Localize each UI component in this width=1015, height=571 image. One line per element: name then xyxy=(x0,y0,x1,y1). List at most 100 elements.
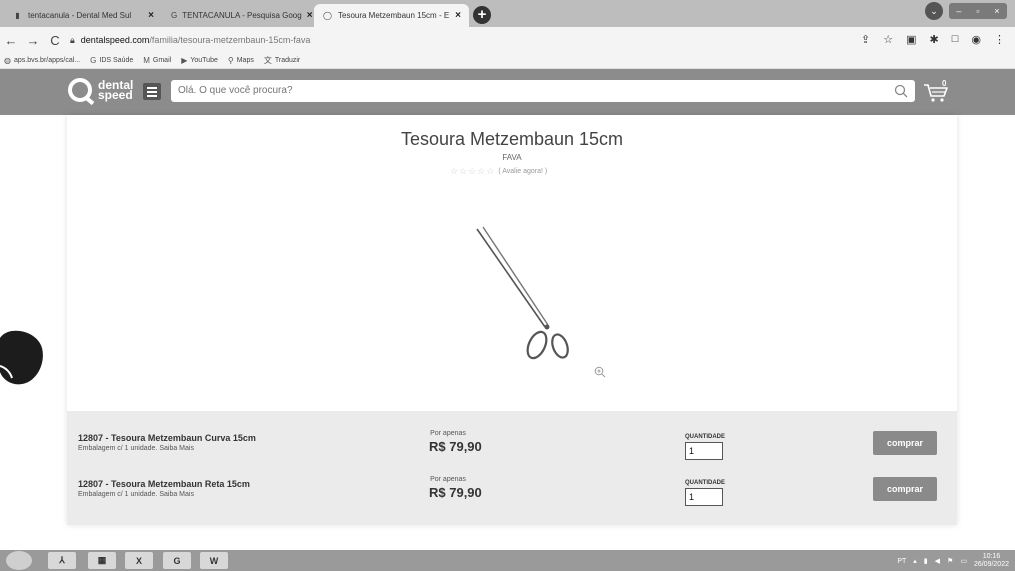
variant-pack-info[interactable]: Embalagem c/ 1 unidade. Saiba Mais xyxy=(78,491,194,498)
bookmark-label: Gmail xyxy=(152,57,172,64)
variant-pack-info[interactable]: Embalagem c/ 1 unidade. Saiba Mais xyxy=(78,445,194,452)
chevron-down-icon[interactable]: ⌄ xyxy=(925,2,943,20)
variant-price: R$ 79,90 xyxy=(429,439,482,454)
quantity-label: QUANTIDADE xyxy=(685,480,725,486)
hamburger-menu-button[interactable] xyxy=(143,83,161,100)
bookmark-item[interactable]: ▶ YouTube xyxy=(181,56,218,65)
close-icon[interactable]: × xyxy=(148,10,154,21)
profile-avatar-icon[interactable]: ◉ xyxy=(971,33,981,46)
dark-blob-artifact xyxy=(0,330,43,385)
forward-arrow-icon[interactable]: → xyxy=(22,33,44,48)
search-input[interactable] xyxy=(171,80,915,102)
tab-tesoura-metzembaun[interactable]: ◯ Tesoura Metzembaun 15cm - E × xyxy=(314,4,469,27)
google-icon: G xyxy=(171,11,178,20)
window-buttons: – ▫ × xyxy=(949,3,1007,19)
tab-title: tentacanula - Dental Med Sul xyxy=(28,11,132,20)
system-tray: PT ▴ ▮ ◀ ⚑ ▭ 10:16 26/09/2022 xyxy=(897,553,1009,569)
extensions-puzzle-icon[interactable]: ✱ xyxy=(930,33,939,46)
window-controls: ⌄ – ▫ × xyxy=(925,2,1007,20)
network-icon[interactable]: ▮ xyxy=(924,557,928,565)
start-button[interactable] xyxy=(6,551,32,570)
quantity-input[interactable] xyxy=(685,488,723,506)
translate-icon: 文 xyxy=(263,56,272,65)
close-window-icon[interactable]: × xyxy=(994,6,999,16)
language-indicator[interactable]: PT xyxy=(897,558,906,565)
star-rating[interactable]: ☆☆☆☆☆ xyxy=(450,166,495,177)
bookmark-item[interactable]: 文 Traduzir xyxy=(264,55,300,66)
logo-line2: speed xyxy=(98,88,133,102)
tray-arrow-icon[interactable]: ▴ xyxy=(913,557,917,565)
rate-now-link[interactable]: ( Avalie agora! ) xyxy=(498,168,547,175)
url-field[interactable]: 🔒︎ dentalspeed.com /familia/tesoura-metz… xyxy=(70,31,910,49)
tab-google-search[interactable]: G TENTACANULA - Pesquisa Goog × xyxy=(163,4,313,27)
bookmark-item[interactable]: M Gmail xyxy=(143,56,171,65)
tab-site-icon: ▮ xyxy=(15,11,20,20)
buy-button[interactable]: comprar xyxy=(873,431,937,455)
display-icon[interactable]: ▭ xyxy=(960,557,967,565)
back-arrow-icon[interactable]: ← xyxy=(0,33,22,48)
bookmark-item[interactable]: ◍ aps.bvs.br/apps/cal... xyxy=(4,56,80,65)
windows-taskbar: ⅄ ▦ X G W PT ▴ ▮ ◀ ⚑ ▭ 10:16 26/09/2022 xyxy=(0,550,1015,571)
bookmark-label: aps.bvs.br/apps/cal... xyxy=(13,57,81,64)
scissors-product-image[interactable] xyxy=(467,223,577,368)
url-domain: dentalspeed.com xyxy=(80,35,150,45)
toolbar-icons: ⇪ ☆ ▣ ✱ □ ◉ ⋮ xyxy=(861,33,1005,46)
close-icon[interactable]: × xyxy=(455,10,461,21)
variant-name: 12807 - Tesoura Metzembaun Curva 15cm xyxy=(78,433,256,443)
share-icon[interactable]: ⇪ xyxy=(861,33,870,46)
word-taskbar-icon[interactable]: W xyxy=(200,552,228,569)
menu-kebab-icon[interactable]: ⋮ xyxy=(994,33,1005,46)
bookmark-label: IDS Saúde xyxy=(99,57,134,64)
dental-speed-logo[interactable]: dental speed xyxy=(68,78,133,102)
cart-count-badge: 0 xyxy=(942,79,947,88)
tab-dental-med-sul[interactable]: ▮ tentacanula - Dental Med Sul × xyxy=(4,4,162,27)
quantity-input[interactable] xyxy=(685,442,723,460)
quantity-label: QUANTIDADE xyxy=(685,434,725,440)
new-tab-button[interactable]: + xyxy=(473,6,491,24)
bookmark-label: Traduzir xyxy=(274,57,301,64)
volume-icon[interactable]: ◀ xyxy=(935,557,940,565)
product-brand: FAVA xyxy=(502,153,522,162)
sidebar-icon[interactable]: □ xyxy=(952,33,959,46)
reload-icon[interactable]: C xyxy=(44,33,66,48)
search-icon[interactable] xyxy=(894,84,908,98)
close-icon[interactable]: × xyxy=(307,10,313,21)
pdf-extension-icon[interactable]: ▣ xyxy=(906,33,916,46)
bookmark-label: YouTube xyxy=(190,57,218,64)
buy-button[interactable]: comprar xyxy=(873,477,937,501)
site-header: dental speed 0 xyxy=(0,69,1015,115)
youtube-icon: ▶ xyxy=(181,56,188,65)
acrobat-taskbar-icon[interactable]: ⅄ xyxy=(48,552,76,569)
clock[interactable]: 10:16 26/09/2022 xyxy=(974,553,1009,569)
address-bar: ← → C 🔒︎ dentalspeed.com /familia/tesour… xyxy=(0,27,1015,53)
tab-title: TENTACANULA - Pesquisa Goog xyxy=(182,11,302,20)
browser-tab-strip: ▮ tentacanula - Dental Med Sul × G TENTA… xyxy=(0,0,1015,27)
variant-list: 12807 - Tesoura Metzembaun Curva 15cm Em… xyxy=(67,411,957,525)
globe-icon: ◍ xyxy=(4,56,11,65)
google-icon: G xyxy=(90,56,97,65)
bookmark-item[interactable]: ⚲ Maps xyxy=(228,56,254,65)
product-title: Tesoura Metzembaun 15cm xyxy=(400,129,624,149)
url-path: /familia/tesoura-metzembaun-15cm-fava xyxy=(149,35,311,45)
bookmark-item[interactable]: G IDS Saúde xyxy=(90,56,133,65)
loading-icon: ◯ xyxy=(323,11,332,20)
maximize-icon[interactable]: ▫ xyxy=(976,6,979,16)
tab-title: Tesoura Metzembaun 15cm - E xyxy=(338,11,450,20)
minimize-icon[interactable]: – xyxy=(956,6,961,16)
variant-price: R$ 79,90 xyxy=(429,485,482,500)
gmail-icon: M xyxy=(143,56,150,65)
price-caption: Por apenas xyxy=(430,430,466,437)
bookmarks-bar: ◍ aps.bvs.br/apps/cal... G IDS Saúde M Gmai… xyxy=(0,53,1015,69)
product-panel: Tesoura Metzembaun 15cm FAVA ☆☆☆☆☆ ( Ava… xyxy=(67,115,957,525)
calendar-taskbar-icon[interactable]: ▦ xyxy=(88,552,116,569)
flag-icon[interactable]: ⚑ xyxy=(947,557,953,565)
zoom-icon[interactable] xyxy=(594,366,606,378)
chrome-taskbar-icon[interactable]: G xyxy=(163,552,191,569)
clock-date: 26/09/2022 xyxy=(973,561,1009,568)
logo-mark-icon xyxy=(68,78,92,102)
bookmark-label: Maps xyxy=(236,57,254,64)
variant-name: 12807 - Tesoura Metzembaun Reta 15cm xyxy=(78,479,250,489)
lock-icon: 🔒︎ xyxy=(70,34,75,45)
star-icon[interactable]: ☆ xyxy=(883,33,893,46)
excel-taskbar-icon[interactable]: X xyxy=(125,552,153,569)
